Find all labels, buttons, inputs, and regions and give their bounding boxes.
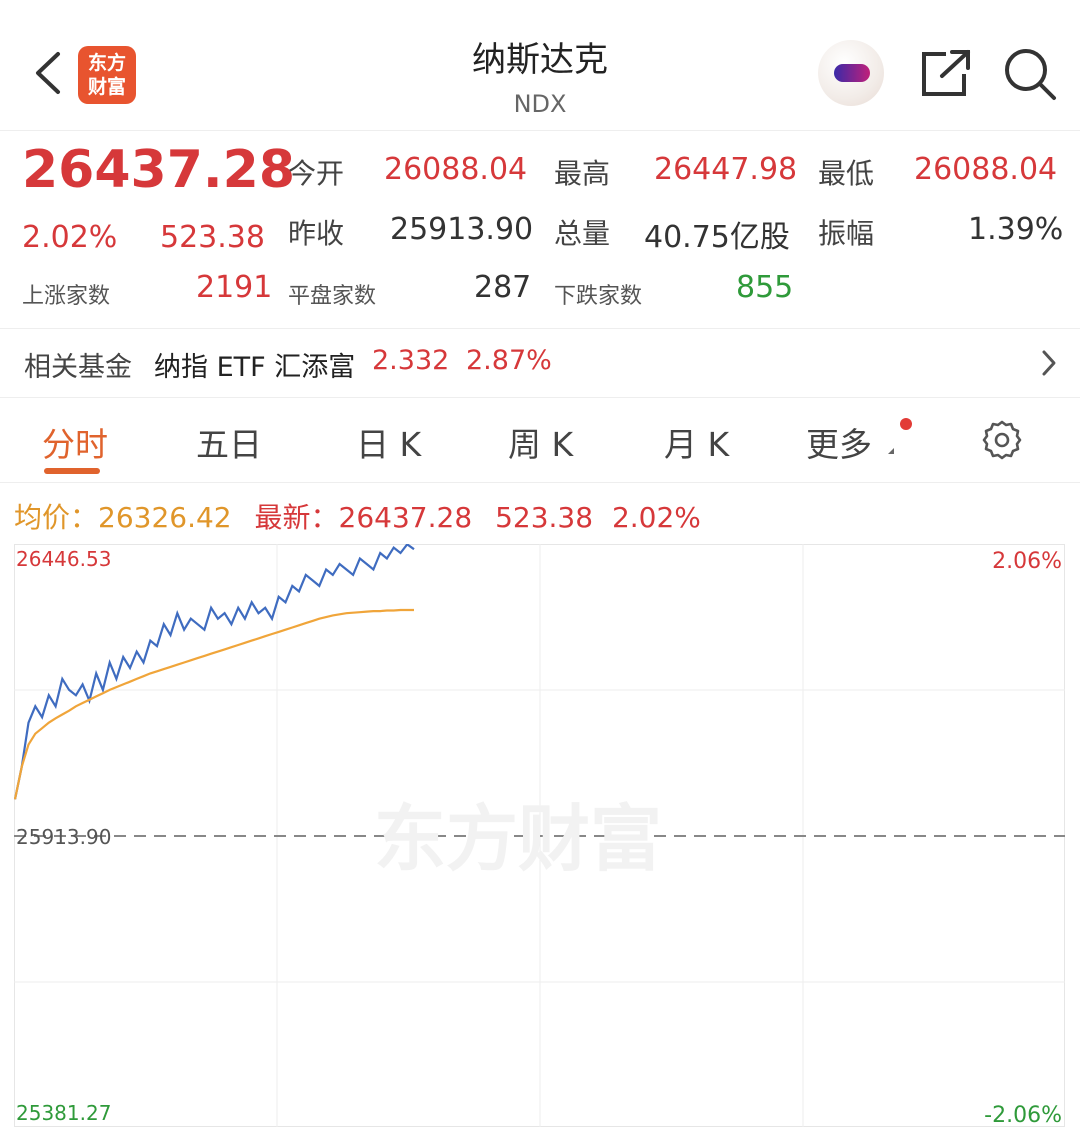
assistant-visor-icon [834, 64, 870, 82]
more-corner-icon [888, 448, 894, 454]
y-mid-label: 25913.90 [16, 825, 111, 849]
related-fund-change: 2.87% [466, 345, 552, 376]
average-line [14, 608, 414, 800]
related-fund-row[interactable]: 相关基金 纳指 ETF 汇添富 2.332 2.87% [0, 328, 1080, 398]
volume-label: 总量 [554, 217, 611, 250]
notification-dot [900, 418, 912, 430]
y-max-label: 26446.53 [16, 547, 111, 571]
pct-min-label: -2.06% [984, 1103, 1062, 1128]
low-label: 最低 [818, 157, 875, 190]
avg-label: 均价： [14, 501, 99, 534]
gear-icon[interactable] [982, 420, 1022, 460]
pct-max-label: 2.06% [992, 549, 1062, 574]
prev-close-value: 25913.90 [390, 212, 534, 247]
latest-change: 523.38 [495, 501, 594, 534]
amplitude-value: 1.39% [968, 212, 1064, 247]
last-price: 26437.28 [22, 140, 296, 200]
app-header: 东方财富 纳斯达克 NDX [0, 0, 1080, 131]
related-fund-name: 纳指 ETF 汇添富 [154, 352, 356, 383]
chart-info-line: 均价：26326.42 最新：26437.28 523.38 2.02% [14, 496, 701, 536]
latest-value: 26437.28 [338, 501, 473, 534]
volume-value: 40.75亿股 [644, 220, 790, 255]
period-tabs: 分时 五日 日 K 周 K 月 K 更多 [0, 400, 1080, 483]
tab-weekly-k[interactable]: 周 K [508, 418, 573, 466]
tab-monthly-k[interactable]: 月 K [664, 418, 729, 466]
active-tab-indicator [44, 468, 100, 474]
flat-count: 287 [474, 270, 532, 305]
watermark: 东方财富 [374, 797, 662, 881]
related-fund-label: 相关基金 [24, 352, 132, 383]
prev-close-label: 昨收 [288, 217, 345, 250]
down-count: 855 [736, 270, 794, 305]
low-value: 26088.04 [914, 152, 1058, 187]
chevron-right-icon [1042, 350, 1056, 376]
y-min-label: 25381.27 [16, 1101, 111, 1125]
assistant-avatar[interactable] [818, 40, 884, 106]
up-count-label: 上涨家数 [22, 284, 111, 309]
related-fund-price: 2.332 [372, 345, 450, 376]
intraday-chart[interactable]: 东方财富 26446.53 25913.90 25381.27 2.06% -2… [14, 544, 1066, 1128]
avg-value: 26326.42 [98, 501, 232, 534]
price-line [14, 544, 415, 800]
change-percent: 2.02% [22, 220, 118, 255]
latest-label: 最新： [254, 501, 339, 534]
tab-daily-k[interactable]: 日 K [356, 418, 421, 466]
share-icon[interactable] [918, 48, 974, 100]
flat-count-label: 平盘家数 [288, 284, 377, 309]
up-count: 2191 [196, 270, 273, 305]
series-layer [14, 544, 415, 800]
high-value: 26447.98 [654, 152, 798, 187]
open-value: 26088.04 [384, 152, 528, 187]
down-count-label: 下跌家数 [554, 284, 643, 309]
tab-more[interactable]: 更多 [806, 418, 872, 466]
change-value: 523.38 [160, 220, 265, 255]
open-label: 今开 [288, 157, 345, 190]
high-label: 最高 [554, 157, 611, 190]
search-icon[interactable] [1002, 46, 1058, 102]
tab-five-day[interactable]: 五日 [196, 418, 262, 466]
tab-intraday[interactable]: 分时 [42, 418, 108, 466]
latest-change-pct: 2.02% [611, 501, 701, 534]
amplitude-label: 振幅 [818, 217, 875, 250]
